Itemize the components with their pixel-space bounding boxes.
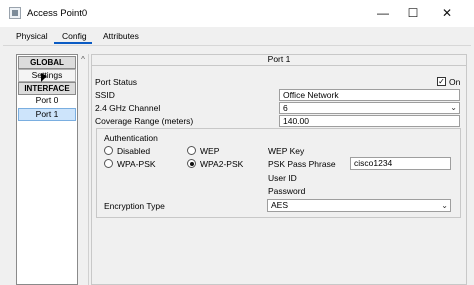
close-button[interactable]: ✕	[436, 4, 458, 22]
sidebar-item-settings[interactable]: Settings	[18, 69, 76, 82]
tab-config[interactable]: Config	[62, 31, 87, 41]
maximize-button[interactable]: ☐	[402, 4, 424, 22]
sidebar-header-interface: INTERFACE	[18, 82, 76, 95]
coverage-label: Coverage Range (meters)	[95, 116, 194, 126]
psk-pass-phrase-label: PSK Pass Phrase	[268, 159, 336, 169]
authentication-title: Authentication	[104, 133, 158, 143]
radio-wep-label: WEP	[200, 146, 220, 156]
encryption-type-value: AES	[271, 200, 289, 210]
channel-label: 2.4 GHz Channel	[95, 103, 161, 113]
encryption-type-select[interactable]: AES ⌄	[267, 199, 451, 212]
radio-disabled[interactable]	[104, 146, 113, 155]
encryption-type-label: Encryption Type	[104, 201, 165, 211]
radio-wpa2-psk[interactable]	[187, 159, 196, 168]
sidebar-scrollbar[interactable]: ^	[78, 54, 89, 285]
password-label: Password	[268, 186, 306, 196]
mouse-cursor-icon	[41, 73, 47, 82]
radio-wpa2-psk-label: WPA2-PSK	[200, 159, 244, 169]
tab-divider	[3, 45, 471, 46]
sidebar-item-port-0[interactable]: Port 0	[18, 95, 76, 108]
minimize-button[interactable]: —	[372, 4, 394, 22]
radio-wpa-psk-label: WPA-PSK	[117, 159, 156, 169]
ssid-label: SSID	[95, 90, 115, 100]
panel-title: Port 1	[92, 54, 466, 66]
active-tab-indicator	[54, 42, 92, 44]
window-title: Access Point0	[27, 8, 88, 19]
port-status-on-label: On	[449, 77, 461, 87]
tab-attributes[interactable]: Attributes	[103, 31, 139, 41]
app-icon	[9, 7, 21, 19]
chevron-down-icon: ⌄	[450, 103, 457, 112]
coverage-input[interactable]: 140.00	[279, 115, 460, 127]
sidebar-item-port-1[interactable]: Port 1	[18, 108, 76, 121]
sidebar-header-global: GLOBAL	[18, 56, 76, 69]
scroll-up-icon[interactable]: ^	[79, 55, 87, 64]
wep-key-label: WEP Key	[268, 146, 305, 156]
tab-physical[interactable]: Physical	[16, 31, 48, 41]
radio-disabled-label: Disabled	[117, 146, 151, 156]
checkmark-icon: ✓	[438, 77, 445, 86]
ssid-input[interactable]: Office Network	[279, 89, 460, 101]
port-status-checkbox[interactable]: ✓	[437, 77, 446, 86]
channel-select[interactable]: 6 ⌄	[279, 102, 460, 114]
port-status-label: Port Status	[95, 77, 138, 87]
psk-pass-phrase-input[interactable]: cisco1234	[350, 157, 451, 170]
radio-wpa-psk[interactable]	[104, 159, 113, 168]
channel-value: 6	[283, 103, 288, 113]
radio-wep[interactable]	[187, 146, 196, 155]
user-id-label: User ID	[268, 173, 297, 183]
chevron-down-icon: ⌄	[441, 201, 448, 210]
